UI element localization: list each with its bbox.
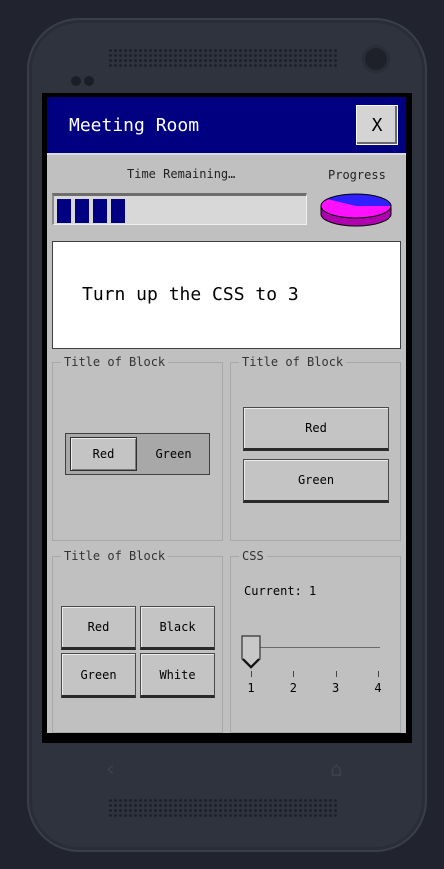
red-green-toggle: Red Green (65, 433, 210, 475)
front-camera-icon (362, 45, 390, 73)
block-title: CSS (242, 549, 264, 563)
toggle-green-option[interactable]: Green (140, 437, 207, 471)
back-arrow-icon[interactable]: ‹ (106, 757, 115, 782)
css-current-value: Current: 1 (244, 584, 317, 598)
progress-label: Progress (328, 168, 386, 182)
css-slider-track[interactable] (251, 647, 380, 648)
time-remaining-label: Time Remaining… (127, 167, 236, 181)
css-block: CSS Current: 1 1 2 3 4 (230, 549, 401, 733)
css-slider-thumb[interactable] (241, 635, 261, 669)
window-title: Meeting Room (69, 115, 200, 136)
black-button[interactable]: Black (140, 606, 215, 650)
red-button[interactable]: Red (243, 407, 389, 451)
block-buttons-grid: Title of Block Red Black Green White (52, 549, 223, 733)
red-button[interactable]: Red (61, 606, 136, 650)
green-button[interactable]: Green (243, 459, 389, 503)
block-title: Title of Block (64, 549, 166, 563)
time-bar-segment (111, 199, 125, 223)
slider-tick-label: 1 (247, 681, 255, 695)
phone-screen: Meeting Room X Time Remaining… Progress … (42, 93, 412, 743)
block-toggle-group: Title of Block Red Green (52, 355, 223, 541)
block-title: Title of Block (242, 355, 344, 369)
slider-tick (251, 671, 252, 677)
app-window: Meeting Room X Time Remaining… Progress … (47, 97, 406, 733)
time-remaining-fill (57, 199, 125, 223)
home-icon[interactable]: ⌂ (330, 757, 343, 781)
title-bar: Meeting Room X (47, 97, 406, 155)
slider-tick-label: 2 (289, 681, 297, 695)
white-button[interactable]: White (140, 653, 215, 698)
green-button[interactable]: Green (61, 653, 136, 698)
time-remaining-bar (52, 193, 307, 225)
block-title: Title of Block (64, 355, 166, 369)
time-bar-segment (57, 199, 71, 223)
close-button[interactable]: X (356, 105, 398, 145)
instruction-text: Turn up the CSS to 3 (82, 284, 299, 305)
slider-tick-label: 4 (374, 681, 382, 695)
sensor-icon (84, 76, 94, 86)
time-bar-segment (75, 199, 89, 223)
sensor-icon (71, 76, 81, 86)
slider-tick (335, 671, 337, 677)
message-panel: Turn up the CSS to 3 (52, 241, 401, 349)
slider-tick (293, 671, 295, 677)
slider-tick-label: 3 (332, 681, 340, 695)
time-bar-segment (93, 199, 107, 223)
block-buttons-vertical: Title of Block Red Green (230, 355, 401, 541)
toggle-red-option[interactable]: Red (70, 437, 137, 471)
earpiece-speaker (108, 48, 338, 68)
slider-tick (378, 671, 379, 677)
progress-pie-chart (320, 193, 392, 227)
bottom-speaker (108, 798, 338, 818)
